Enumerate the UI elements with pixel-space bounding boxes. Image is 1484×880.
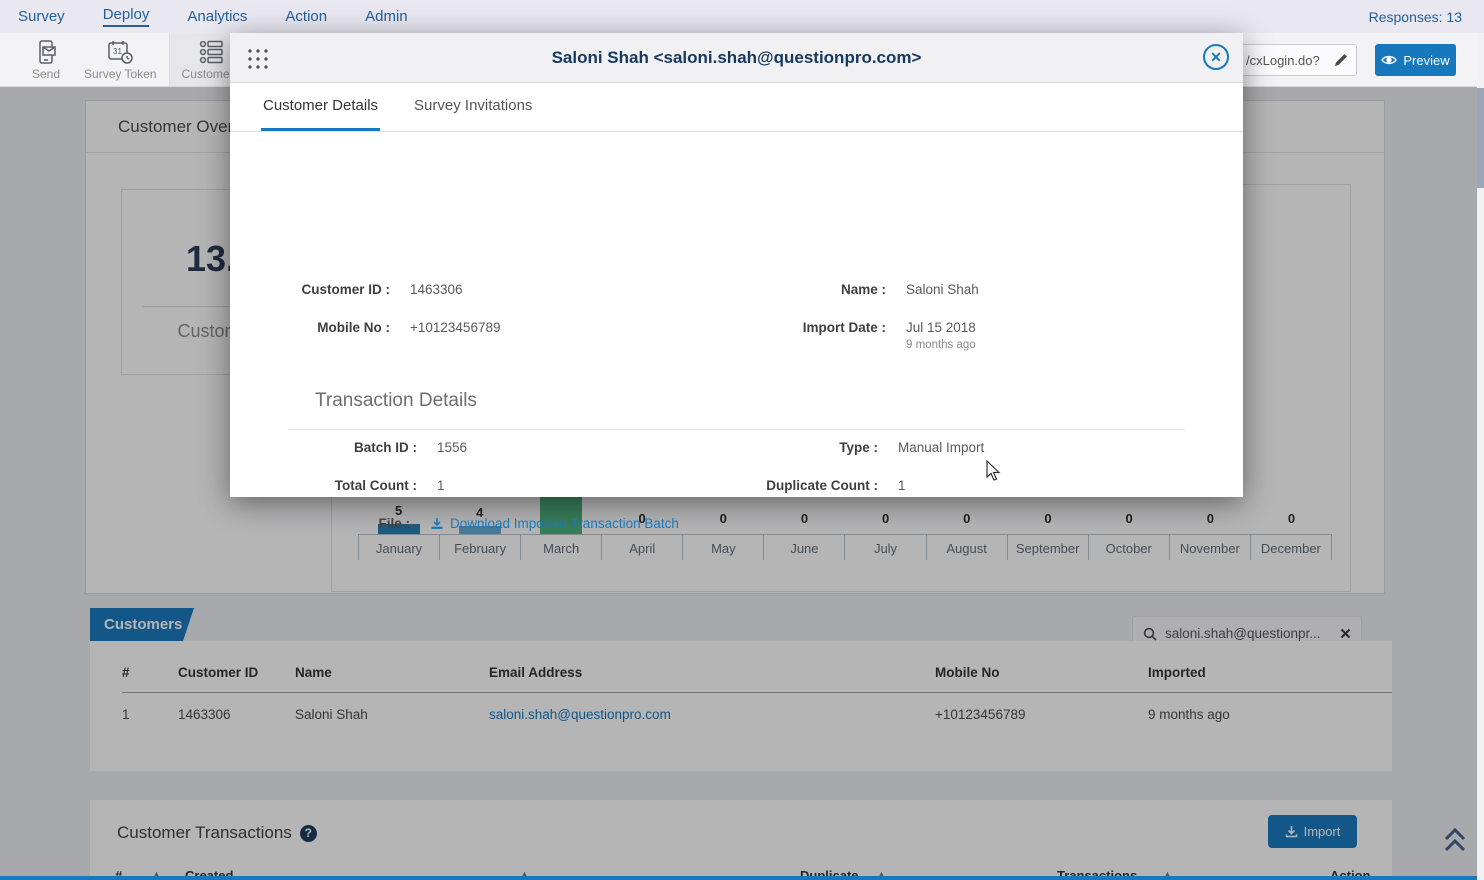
duplicate-count-field: Duplicate Count : 1 [678,478,906,493]
transaction-details-heading: Transaction Details [315,390,477,411]
preview-label: Preview [1403,52,1450,68]
edit-url-button[interactable] [1326,45,1356,75]
svg-text:31: 31 [113,47,122,56]
batch-id-value: 1556 [437,440,468,455]
duplicate-count-value: 1 [898,478,906,493]
import-date-label: Import Date : [802,320,886,335]
drag-handle-icon[interactable] [246,47,268,73]
top-navbar: Survey Deploy Analytics Action Admin Res… [0,0,1484,33]
import-date: Jul 15 2018 [906,320,976,335]
nav-item-analytics[interactable]: Analytics [187,8,247,25]
type-value: Manual Import [898,440,985,455]
mobile-field: Mobile No : +10123456789 [250,320,500,335]
dialog-title: Saloni Shah <saloni.shah@questionpro.com… [551,47,922,67]
duplicate-count-label: Duplicate Count : [766,478,878,493]
eye-icon [1381,55,1398,65]
tab-customer-details[interactable]: Customer Details [261,83,381,131]
batch-id-label: Batch ID : [353,440,417,455]
dialog-tabs: Customer Details Survey Invitations [230,83,1243,132]
customer-details-dialog: Saloni Shah <saloni.shah@questionpro.com… [230,33,1243,531]
total-count-value: 1 [437,478,445,493]
survey-url-input[interactable]: /cxLogin.do? [1238,44,1357,76]
scrollbar-thumb[interactable] [1477,88,1484,188]
type-label: Type : [839,440,878,455]
download-icon [431,518,443,529]
mobile-value: +10123456789 [410,320,501,335]
nav-item-deploy[interactable]: Deploy [102,6,150,27]
download-batch-label: Download Imported Transaction Batch [450,516,679,531]
send-button[interactable]: Send [20,33,72,86]
file-label: File : [378,516,410,531]
total-count-field: Total Count : 1 [257,478,445,493]
bottom-accent-line [0,876,1477,880]
calendar-token-icon: 31 [106,39,134,65]
nav-item-survey[interactable]: Survey [18,8,65,25]
pencil-icon [1335,54,1347,66]
customers-list-icon [197,39,225,65]
survey-url-value: /cxLogin.do? [1246,52,1320,68]
mouse-cursor [986,459,1002,487]
divider [288,429,1185,430]
name-value: Saloni Shah [906,282,979,297]
survey-token-button[interactable]: 31 Survey Token [72,33,169,86]
send-phone-icon [33,39,59,65]
customer-id-label: Customer ID : [301,282,390,297]
send-label: Send [32,67,61,81]
type-field: Type : Manual Import [678,440,984,455]
total-count-label: Total Count : [334,478,417,493]
import-date-value: Jul 15 2018 9 months ago [906,320,976,351]
customer-id-value: 1463306 [410,282,463,297]
download-batch-link[interactable]: Download Imported Transaction Batch [430,516,679,531]
file-field: File : Download Imported Transaction Bat… [257,516,679,531]
dialog-header: Saloni Shah <saloni.shah@questionpro.com… [230,33,1243,83]
vertical-scrollbar[interactable] [1477,33,1484,880]
mobile-label: Mobile No : [317,320,390,335]
name-field: Name : Saloni Shah [630,282,979,297]
close-icon[interactable]: ✕ [1203,44,1229,70]
tab-survey-invitations[interactable]: Survey Invitations [412,83,534,131]
import-date-relative: 9 months ago [906,339,976,351]
nav-item-action[interactable]: Action [285,8,327,25]
preview-button[interactable]: Preview [1375,44,1456,76]
batch-id-field: Batch ID : 1556 [257,440,467,455]
import-date-field: Import Date : Jul 15 2018 9 months ago [630,320,976,351]
customer-id-field: Customer ID : 1463306 [250,282,463,297]
nav-item-admin[interactable]: Admin [365,8,408,25]
name-label: Name : [840,282,886,297]
responses-count: Responses: 13 [1368,8,1462,25]
survey-token-label: Survey Token [84,67,157,81]
